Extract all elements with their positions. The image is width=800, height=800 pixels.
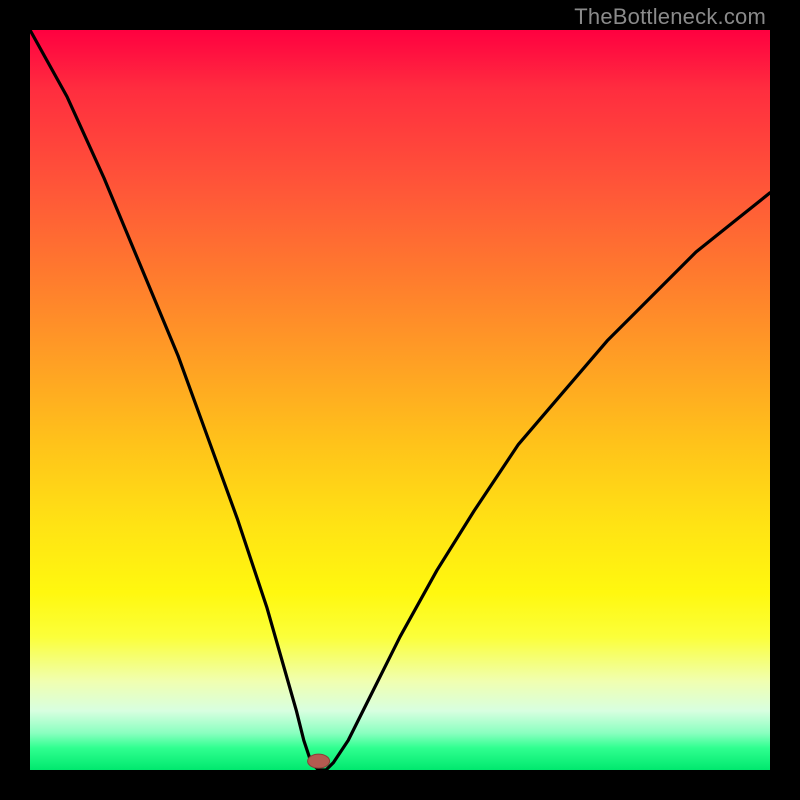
watermark-text: TheBottleneck.com [574, 4, 766, 30]
bottleneck-curve-svg [30, 30, 770, 770]
bottleneck-curve-path [30, 30, 770, 770]
chart-frame: TheBottleneck.com [0, 0, 800, 800]
plot-area [30, 30, 770, 770]
optimal-marker [308, 754, 330, 768]
